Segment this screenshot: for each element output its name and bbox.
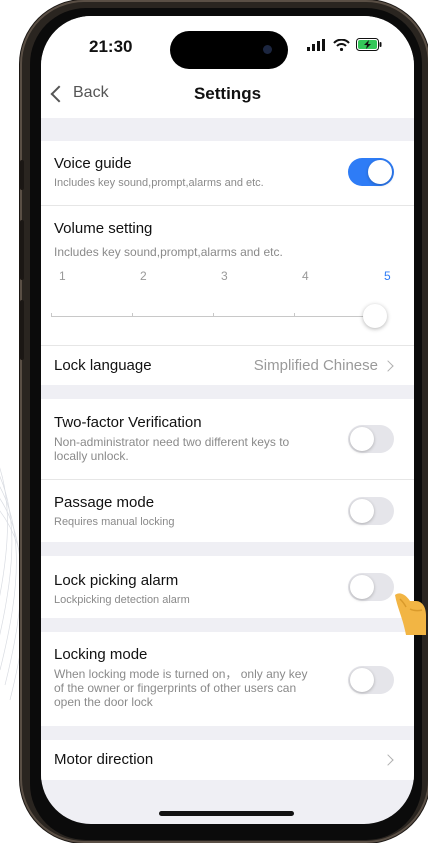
lock-picking-alarm-subtitle: Lockpicking detection alarm: [54, 594, 190, 606]
toggle-knob: [368, 160, 392, 184]
slider-mark: [132, 313, 133, 317]
slider-mark: [51, 313, 52, 317]
passage-mode-title: Passage mode: [54, 494, 155, 511]
section-gap: [41, 118, 414, 141]
section-gap: [41, 542, 414, 556]
locking-mode-subtitle: When locking mode is turned on， only any…: [54, 667, 308, 709]
toggle-knob: [350, 427, 374, 451]
voice-guide-subtitle: Includes key sound,prompt,alarms and etc…: [54, 177, 264, 189]
settings-list: Voice guide Includes key sound,prompt,al…: [41, 118, 414, 780]
lock-picking-alarm-title: Lock picking alarm: [54, 572, 179, 589]
two-factor-row: Two-factor Verification Non-administrato…: [41, 399, 414, 479]
locking-mode-title: Locking mode: [54, 646, 148, 663]
battery-charging-icon: [356, 38, 382, 51]
slider-mark: [294, 313, 295, 317]
navigation-bar: Back Settings: [41, 80, 414, 118]
voice-guide-toggle[interactable]: [348, 158, 394, 186]
two-factor-title: Two-factor Verification: [54, 414, 202, 431]
home-indicator[interactable]: [159, 811, 294, 816]
phone-volume-down-button: [20, 300, 24, 360]
volume-slider[interactable]: [41, 206, 414, 346]
passage-mode-row: Passage mode Requires manual locking: [41, 479, 414, 542]
two-factor-subtitle: Non-administrator need two different key…: [54, 435, 290, 463]
locking-mode-row: Locking mode When locking mode is turned…: [41, 632, 414, 726]
voice-guide-title: Voice guide: [54, 155, 132, 172]
status-bar: 21:30: [41, 16, 414, 80]
section-gap: [41, 385, 414, 399]
status-time: 21:30: [89, 37, 133, 56]
toggle-knob: [350, 668, 374, 692]
phone-screen: 21:30 Back Settings Voice guide Includes…: [41, 16, 414, 824]
section-gap: [41, 726, 414, 740]
lock-picking-alarm-toggle[interactable]: [348, 573, 394, 601]
lock-language-value: Simplified Chinese: [253, 357, 378, 374]
toggle-knob: [350, 499, 374, 523]
camera-icon: [263, 45, 272, 54]
signal-icon: [307, 38, 325, 51]
status-icons: [307, 38, 382, 51]
passage-mode-subtitle: Requires manual locking: [54, 516, 175, 528]
lock-language-row[interactable]: Lock language Simplified Chinese: [41, 345, 414, 385]
locking-mode-toggle[interactable]: [348, 666, 394, 694]
volume-setting-row: Volume setting Includes key sound,prompt…: [41, 205, 414, 345]
toggle-knob: [350, 575, 374, 599]
motor-direction-title: Motor direction: [54, 751, 154, 768]
voice-guide-row: Voice guide Includes key sound,prompt,al…: [41, 141, 414, 205]
wifi-icon: [333, 38, 350, 51]
dynamic-island: [170, 31, 288, 69]
lock-picking-alarm-row: Lock picking alarm Lockpicking detection…: [41, 556, 414, 618]
pointing-hand-icon: [395, 593, 426, 635]
phone-side-button: [20, 160, 24, 190]
passage-mode-toggle[interactable]: [348, 497, 394, 525]
slider-mark: [213, 313, 214, 317]
phone-volume-up-button: [20, 220, 24, 280]
section-gap: [41, 618, 414, 632]
motor-direction-row[interactable]: Motor direction: [41, 740, 414, 780]
volume-slider-track: [51, 313, 377, 317]
volume-slider-thumb[interactable]: [363, 304, 387, 328]
page-title: Settings: [193, 84, 262, 103]
two-factor-toggle[interactable]: [348, 425, 394, 453]
